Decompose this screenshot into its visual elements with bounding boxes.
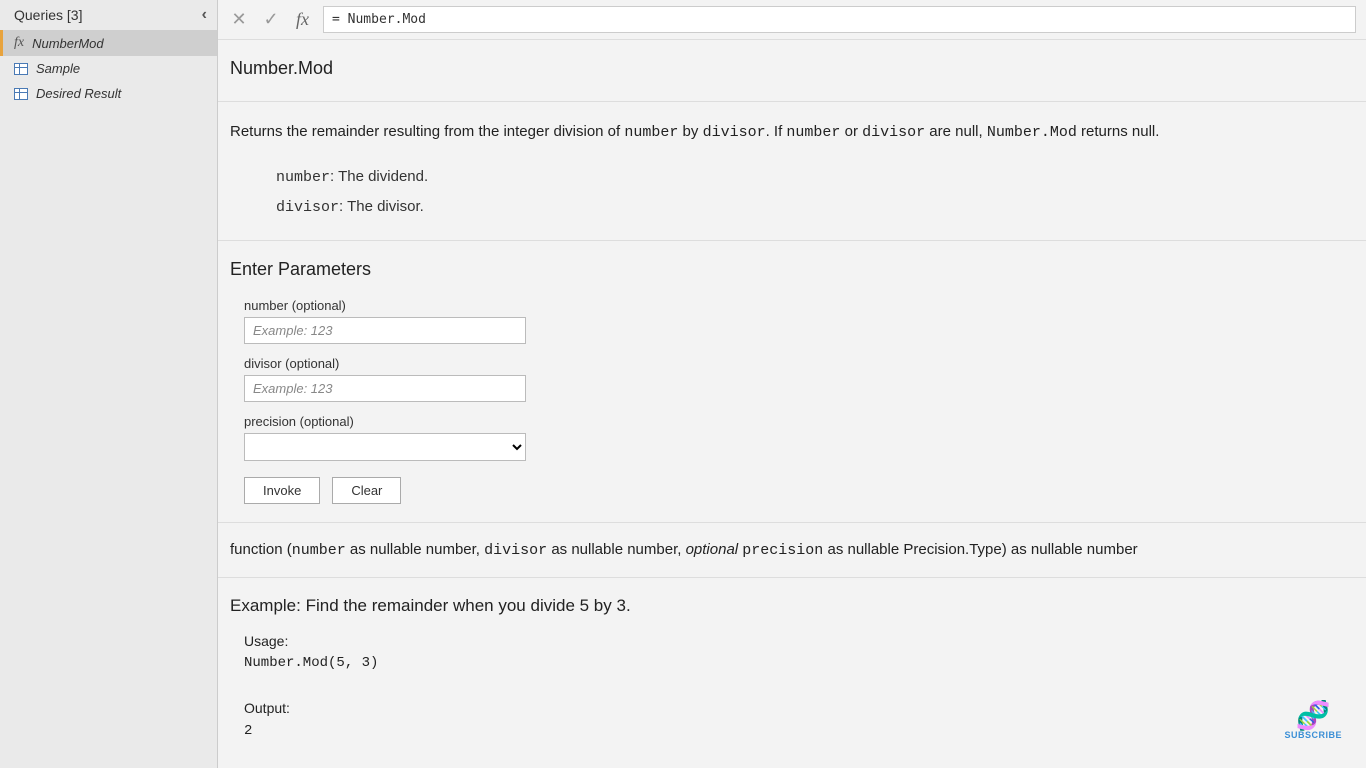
function-header-section: Number.Mod [218,40,1366,102]
function-signature: function (number as nullable number, div… [230,541,1354,559]
number-input[interactable] [244,317,526,344]
formula-input[interactable] [323,6,1356,33]
accept-formula-icon[interactable]: ✓ [260,9,282,30]
queries-sidebar: Queries [3] ‹ fx NumberMod Sample Desire… [0,0,218,768]
usage-label: Usage: [244,630,1354,652]
dna-icon: 🧬 [1284,702,1342,730]
function-description: Returns the remainder resulting from the… [230,120,1354,145]
query-item-numbermod[interactable]: fx NumberMod [0,30,217,56]
doc-content: Number.Mod Returns the remainder resulti… [218,40,1366,768]
fx-label-icon: fx [292,9,313,30]
invoke-button[interactable]: Invoke [244,477,320,504]
query-list: fx NumberMod Sample Desired Result [0,30,217,106]
collapse-sidebar-icon[interactable]: ‹ [202,6,207,24]
cancel-formula-icon[interactable]: ✕ [228,9,250,30]
subscribe-badge[interactable]: 🧬 SUBSCRIBE [1284,702,1342,740]
output-value: 2 [244,720,1354,742]
divisor-input[interactable] [244,375,526,402]
query-item-sample[interactable]: Sample [0,56,217,81]
param-label: precision (optional) [244,414,1354,429]
formula-bar: ✕ ✓ fx [218,0,1366,40]
enter-parameters-section: Enter Parameters number (optional) divis… [218,241,1366,523]
usage-block: Usage: Number.Mod(5, 3) Output: 2 [244,630,1354,742]
button-row: Invoke Clear [244,477,1354,504]
sidebar-title: Queries [3] [14,7,82,23]
example-section: Example: Find the remainder when you div… [218,578,1366,760]
example-title: Example: Find the remainder when you div… [230,596,1354,616]
enter-parameters-title: Enter Parameters [230,259,1354,280]
signature-section: function (number as nullable number, div… [218,523,1366,578]
table-icon [14,88,28,100]
clear-button[interactable]: Clear [332,477,401,504]
main-area: ✕ ✓ fx Number.Mod Returns the remainder … [218,0,1366,768]
precision-select[interactable] [244,433,526,461]
param-block-precision: precision (optional) [244,414,1354,461]
function-title: Number.Mod [230,58,1354,79]
param-desc-row: divisor: The divisor. [276,193,1354,223]
sidebar-header: Queries [3] ‹ [0,0,217,30]
query-label: Sample [36,61,80,76]
param-block-number: number (optional) [244,298,1354,344]
query-label: Desired Result [36,86,121,101]
description-section: Returns the remainder resulting from the… [218,102,1366,241]
query-item-desired-result[interactable]: Desired Result [0,81,217,106]
fx-icon: fx [14,35,24,51]
table-icon [14,63,28,75]
output-label: Output: [244,697,1354,719]
query-label: NumberMod [32,36,104,51]
usage-code: Number.Mod(5, 3) [244,652,1354,674]
param-block-divisor: divisor (optional) [244,356,1354,402]
param-desc-row: number: The dividend. [276,163,1354,193]
subscribe-label: SUBSCRIBE [1284,730,1342,740]
param-label: divisor (optional) [244,356,1354,371]
param-label: number (optional) [244,298,1354,313]
parameter-descriptions: number: The dividend. divisor: The divis… [276,163,1354,222]
